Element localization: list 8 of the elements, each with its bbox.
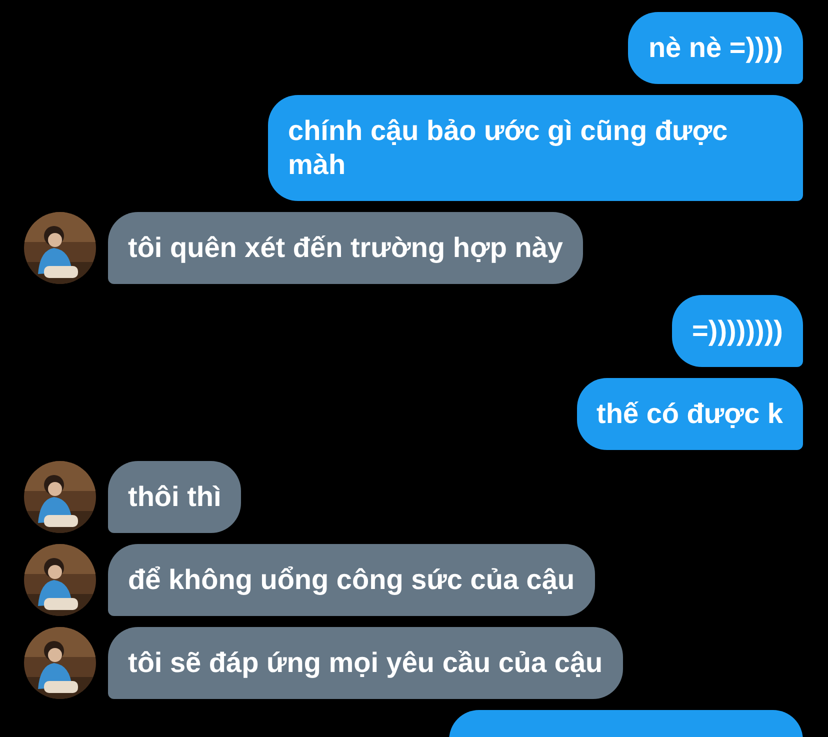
message-bubble: chính cậu bảo ước gì cũng được màh xyxy=(268,95,803,201)
message-bubble: để không uổng công sức của cậu xyxy=(108,544,595,616)
message-bubble: thôi thì xyxy=(108,461,242,533)
message-bubble: nè nè =)))) xyxy=(628,12,803,84)
message-bubble: =)))))))) xyxy=(672,295,803,367)
message-bubble: thế có được k xyxy=(576,378,803,450)
message-bubble: tôi quên xét đến trường hợp này xyxy=(108,212,583,284)
message-bubble: tôi sẽ đáp ứng mọi yêu cầu của cậu xyxy=(108,627,623,699)
